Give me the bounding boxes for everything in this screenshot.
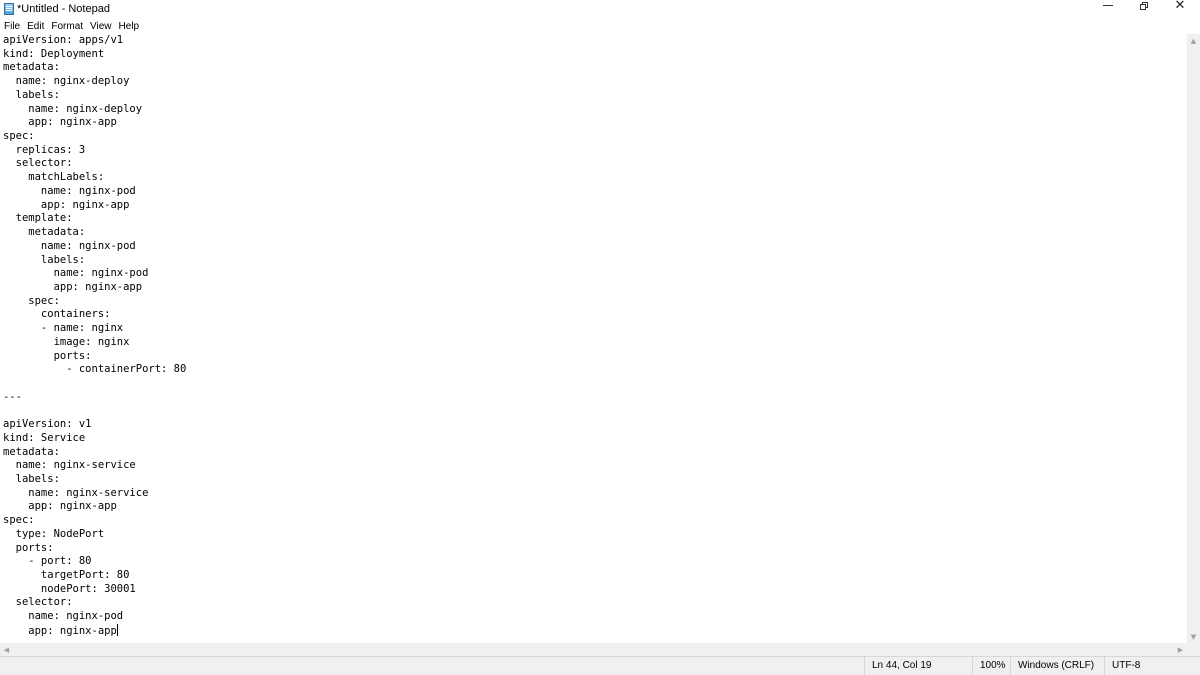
notepad-icon[interactable] <box>4 3 14 15</box>
scroll-up-icon[interactable]: ▲ <box>1187 34 1200 47</box>
editor-line: apiVersion: v1 <box>3 418 92 431</box>
menu-view[interactable]: View <box>86 19 115 34</box>
editor-line: metadata: <box>3 61 60 74</box>
editor-line: nodePort: 30001 <box>3 582 136 595</box>
editor-line: matchLabels: <box>3 171 105 184</box>
notepad-window: *Untitled - Notepad ✕ File Edit Format V… <box>0 0 1200 675</box>
menu-help[interactable]: Help <box>115 19 143 34</box>
editor-line: ports: <box>3 349 92 362</box>
editor-line: name: nginx-pod <box>3 610 124 623</box>
horizontal-scrollbar[interactable]: ◀ ▶ <box>0 643 1187 656</box>
menu-file[interactable]: File <box>0 19 23 34</box>
editor-line: labels: <box>3 473 60 485</box>
restore-icon <box>1140 1 1148 10</box>
menu-bar: File Edit Format View Help <box>0 19 1200 34</box>
close-icon: ✕ <box>1174 0 1186 13</box>
editor-line: labels: <box>3 253 86 266</box>
editor-line: name: nginx-pod <box>3 184 136 197</box>
editor-line: app: nginx-app <box>3 280 143 293</box>
close-button[interactable]: ✕ <box>1162 0 1198 19</box>
editor-line: app: nginx-app <box>3 623 118 637</box>
editor-line: apiVersion: apps/v1 <box>3 34 124 46</box>
maximize-button[interactable] <box>1126 0 1162 19</box>
editor-line: app: nginx-app <box>3 198 130 211</box>
scroll-left-icon[interactable]: ◀ <box>0 643 13 656</box>
editor-line: --- <box>3 390 22 403</box>
menu-format[interactable]: Format <box>47 19 86 34</box>
editor-line: replicas: 3 <box>3 143 86 156</box>
scroll-down-icon[interactable]: ▼ <box>1187 630 1200 643</box>
line-ending: Windows (CRLF) <box>1010 657 1104 675</box>
zoom-level: 100% <box>972 657 1010 675</box>
editor-line: kind: Deployment <box>3 47 105 60</box>
window-title: *Untitled - Notepad <box>17 3 110 15</box>
editor-line: labels: <box>3 88 60 101</box>
editor-line: app: nginx-app <box>3 116 117 129</box>
editor-line: - port: 80 <box>3 555 92 568</box>
editor-line: containers: <box>3 308 111 321</box>
editor-line: - name: nginx <box>3 322 124 335</box>
minimize-icon <box>1103 5 1113 6</box>
title-bar[interactable]: *Untitled - Notepad ✕ <box>0 0 1200 19</box>
editor-line: - containerPort: 80 <box>3 363 187 376</box>
editor-line: name: nginx-pod <box>3 267 149 280</box>
editor-line: type: NodePort <box>3 527 105 540</box>
editor-line: image: nginx <box>3 335 130 348</box>
editor-line: name: nginx-service <box>3 486 149 499</box>
editor-line: name: nginx-service <box>3 459 136 472</box>
editor-line: targetPort: 80 <box>3 569 130 582</box>
text-editor[interactable]: apiVersion: apps/v1 kind: Deployment metad… <box>0 34 1187 643</box>
vertical-scrollbar[interactable]: ▲ ▼ <box>1187 34 1200 643</box>
editor-line: spec: <box>3 514 35 527</box>
cursor-position: Ln 44, Col 19 <box>864 657 972 675</box>
editor-line: metadata: <box>3 445 60 458</box>
editor-line: metadata: <box>3 226 86 239</box>
scrollbar-corner <box>1187 643 1200 656</box>
editor-line: ports: <box>3 541 54 554</box>
editor-line: template: <box>3 212 73 225</box>
minimize-button[interactable] <box>1090 0 1126 19</box>
encoding: UTF-8 <box>1104 657 1200 675</box>
editor-line: name: nginx-pod <box>3 239 136 252</box>
text-caret <box>116 623 118 636</box>
status-bar: Ln 44, Col 19 100% Windows (CRLF) UTF-8 <box>0 656 1200 675</box>
editor-line: name: nginx-deploy <box>3 75 130 88</box>
editor-line: kind: Service <box>3 431 86 444</box>
menu-edit[interactable]: Edit <box>23 19 47 34</box>
editor-line: app: nginx-app <box>3 500 117 513</box>
editor-line: selector: <box>3 157 73 170</box>
scroll-right-icon[interactable]: ▶ <box>1174 643 1187 656</box>
editor-content[interactable]: apiVersion: apps/v1 kind: Deployment metad… <box>3 34 186 638</box>
editor-line: selector: <box>3 596 73 609</box>
editor-line: spec: <box>3 130 35 143</box>
editor-line: spec: <box>3 294 60 307</box>
editor-line: name: nginx-deploy <box>3 102 143 115</box>
